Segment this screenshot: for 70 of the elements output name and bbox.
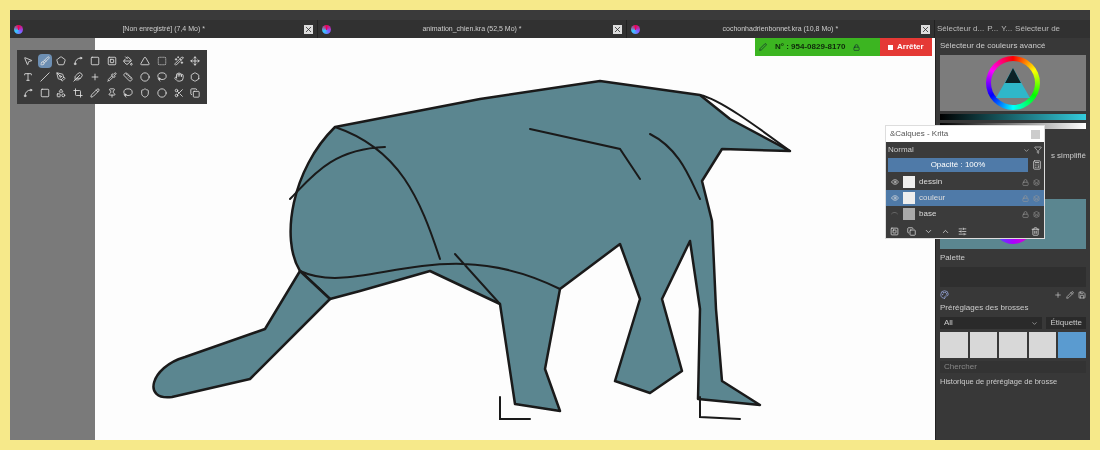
lock-icon bbox=[853, 43, 861, 51]
tool-button[interactable] bbox=[71, 86, 86, 100]
brush-preset-thumbnail[interactable] bbox=[999, 332, 1027, 358]
tool-button[interactable] bbox=[154, 86, 169, 100]
panel-title: Palette bbox=[940, 252, 966, 264]
add-icon[interactable] bbox=[1054, 290, 1062, 299]
tool-button[interactable] bbox=[21, 70, 35, 84]
filter-dropdown[interactable]: All bbox=[940, 317, 1043, 329]
tool-button[interactable] bbox=[37, 70, 52, 84]
tool-button[interactable] bbox=[121, 54, 136, 68]
panel-title: s simplifié bbox=[1050, 150, 1086, 162]
blend-mode-dropdown[interactable]: Normal bbox=[888, 144, 1030, 156]
filter-icon[interactable] bbox=[1034, 146, 1042, 154]
brush-preset-thumbnail[interactable] bbox=[1028, 332, 1057, 358]
panel-title: Préréglages des brosses bbox=[940, 302, 1030, 314]
brush-preset-thumbnail[interactable] bbox=[969, 332, 998, 358]
layer-thumbnail bbox=[903, 208, 915, 220]
tool-button[interactable] bbox=[54, 70, 69, 84]
tool-button[interactable] bbox=[138, 70, 153, 84]
pen-icon bbox=[759, 43, 767, 51]
docker-tab[interactable]: P... bbox=[987, 23, 999, 35]
layer-name: couleur bbox=[919, 192, 947, 204]
brush-preset-thumbnail[interactable] bbox=[940, 332, 968, 358]
add-layer-icon[interactable] bbox=[890, 226, 899, 236]
docker-tab[interactable]: Y... bbox=[1001, 23, 1013, 35]
tool-button[interactable] bbox=[121, 86, 136, 100]
tool-button[interactable] bbox=[121, 70, 136, 84]
tool-button[interactable] bbox=[87, 86, 102, 100]
tool-button[interactable] bbox=[138, 54, 153, 68]
tool-button[interactable] bbox=[154, 70, 169, 84]
tool-button[interactable] bbox=[171, 54, 186, 68]
properties-icon[interactable] bbox=[958, 226, 967, 236]
tool-button[interactable] bbox=[188, 86, 203, 100]
tool-button[interactable] bbox=[188, 54, 203, 68]
docker-tab[interactable]: Sélecteur d... bbox=[937, 23, 985, 35]
close-icon[interactable] bbox=[612, 24, 622, 34]
stop-button[interactable]: Arrêter bbox=[880, 38, 932, 56]
layer-thumbnail bbox=[903, 176, 915, 188]
tool-button[interactable] bbox=[171, 70, 186, 84]
tool-button[interactable] bbox=[37, 54, 52, 68]
opacity-label: Opacité : 100% bbox=[930, 159, 986, 171]
layer-row[interactable]: dessin bbox=[886, 174, 1044, 190]
tool-button[interactable] bbox=[21, 86, 35, 100]
tool-button[interactable] bbox=[21, 54, 35, 68]
krita-logo-icon bbox=[14, 24, 23, 34]
search-field[interactable]: Chercher bbox=[940, 361, 1086, 373]
save-icon[interactable] bbox=[1078, 290, 1086, 299]
layer-name: base bbox=[919, 208, 938, 220]
close-icon[interactable] bbox=[921, 24, 930, 34]
brush-preset-thumbnail[interactable] bbox=[1058, 332, 1086, 358]
tool-button[interactable] bbox=[104, 70, 119, 84]
delete-icon[interactable] bbox=[1031, 226, 1040, 236]
tag-button[interactable]: Étiquette bbox=[1046, 317, 1086, 329]
docker-tab[interactable]: Sélecteur de bbox=[1015, 23, 1061, 35]
palette-icon[interactable] bbox=[940, 290, 949, 299]
opacity-slider[interactable]: Opacité : 100% bbox=[888, 158, 1028, 172]
window-title: &Calques - Krita bbox=[890, 128, 949, 140]
eye-icon[interactable] bbox=[890, 178, 899, 186]
close-icon[interactable] bbox=[304, 24, 314, 34]
layer-thumbnail bbox=[903, 192, 915, 204]
duplicate-icon[interactable] bbox=[907, 226, 916, 236]
krita-logo-icon bbox=[322, 24, 332, 34]
layer-properties-icon[interactable] bbox=[1032, 160, 1042, 170]
krita-logo-icon bbox=[630, 24, 640, 34]
layer-name: dessin bbox=[919, 176, 944, 188]
tool-button[interactable] bbox=[54, 54, 69, 68]
recording-number: N° : 954-0829-8170 bbox=[775, 41, 846, 53]
panel-title: Sélecteur de couleurs avancé bbox=[940, 40, 1047, 52]
edit-icon[interactable] bbox=[1066, 290, 1074, 299]
tool-button[interactable] bbox=[71, 70, 86, 84]
